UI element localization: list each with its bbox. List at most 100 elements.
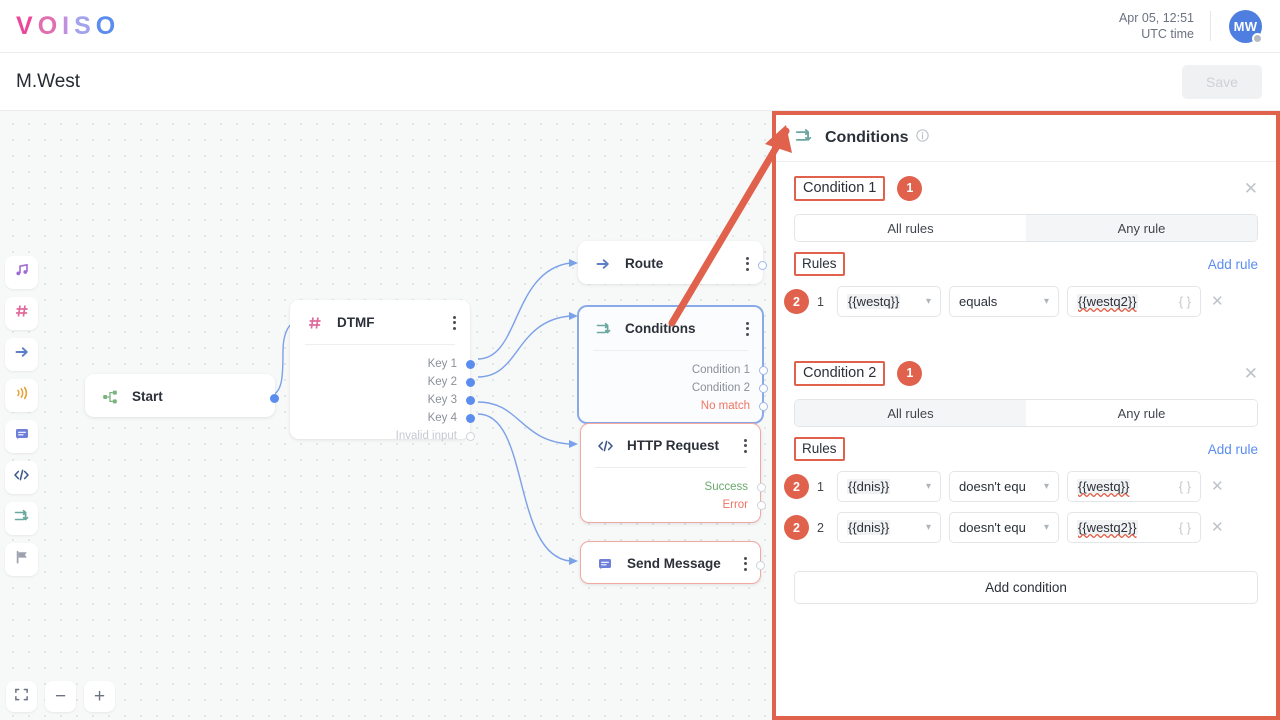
remove-rule-button[interactable]: ✕	[1211, 520, 1224, 535]
node-port-key3[interactable]: Key 3	[291, 391, 475, 409]
port-label: Condition 1	[691, 364, 750, 376]
node-port-error[interactable]: Error	[581, 496, 766, 514]
node-menu-icon[interactable]	[743, 254, 752, 273]
node-menu-icon[interactable]	[450, 313, 459, 332]
arrow-route-icon	[14, 344, 30, 365]
port-dot[interactable]	[757, 482, 766, 492]
node-palette[interactable]	[5, 256, 38, 576]
node-port-key1[interactable]: Key 1	[291, 355, 475, 373]
node-output-port[interactable]	[270, 394, 279, 403]
port-label: Key 4	[427, 412, 457, 424]
rule-value-input[interactable]: {{westq}} { }	[1067, 471, 1201, 502]
node-port-key2[interactable]: Key 2	[291, 373, 475, 391]
node-port-invalid-input[interactable]: Invalid input	[291, 427, 475, 445]
port-dot[interactable]	[466, 413, 475, 423]
node-port-key4[interactable]: Key 4	[291, 409, 475, 427]
annotation-badge: 2	[784, 289, 809, 314]
palette-item-conditions[interactable]	[5, 502, 38, 535]
chevron-down-icon: ▾	[925, 522, 931, 533]
condition-name[interactable]: Condition 2	[794, 360, 886, 386]
palette-item-message[interactable]	[5, 420, 38, 453]
flow-canvas[interactable]: − + Start DTMF Key 1 Key 2 Key 3 Key 4 I…	[0, 111, 772, 720]
avatar-status-dot	[1252, 32, 1263, 44]
node-port-condition-1[interactable]: Condition 1	[579, 361, 768, 379]
flow-node-route[interactable]: Route	[578, 241, 767, 284]
add-condition-button[interactable]: Add condition	[794, 571, 1258, 604]
node-port-success[interactable]: Success	[581, 478, 766, 496]
mode-option-any-rule[interactable]: Any rule	[1026, 215, 1257, 241]
node-menu-icon[interactable]	[741, 554, 750, 573]
port-dot[interactable]	[466, 359, 475, 369]
rule-operator-select[interactable]: doesn't equ ▾	[949, 512, 1059, 543]
palette-item-flag[interactable]	[5, 543, 38, 576]
rule-operator-value: equals	[959, 294, 998, 309]
voiso-logo[interactable]: V O I S O	[16, 12, 120, 41]
node-output-port[interactable]	[756, 561, 765, 570]
arrow-route-icon	[593, 256, 613, 272]
info-icon[interactable]	[915, 129, 929, 147]
rule-operator-select[interactable]: doesn't equ ▾	[949, 471, 1059, 502]
add-rule-button[interactable]: Add rule	[1208, 442, 1258, 457]
mode-option-any-rule[interactable]: Any rule	[1026, 400, 1257, 426]
variable-braces-icon[interactable]: { }	[1179, 479, 1191, 494]
port-dot[interactable]	[466, 395, 475, 405]
fit-to-screen-button[interactable]	[6, 681, 37, 712]
remove-rule-button[interactable]: ✕	[1211, 294, 1224, 309]
palette-item-dtmf[interactable]	[5, 297, 38, 330]
flow-node-dtmf[interactable]: DTMF Key 1 Key 2 Key 3 Key 4 Invalid inp…	[290, 300, 475, 442]
annotation-badge: 2	[784, 474, 809, 499]
palette-item-route[interactable]	[5, 338, 38, 371]
clock-datetime: Apr 05, 12:51	[1118, 11, 1194, 25]
rule-variable-select[interactable]: {{dnis}} ▾	[837, 512, 941, 543]
mode-option-all-rules[interactable]: All rules	[795, 215, 1026, 241]
variable-braces-icon[interactable]: { }	[1179, 520, 1191, 535]
flow-node-http-request[interactable]: HTTP Request Success Error	[580, 423, 766, 523]
flow-node-send-message[interactable]: Send Message	[580, 541, 765, 584]
node-menu-icon[interactable]	[743, 319, 752, 338]
palette-item-code[interactable]	[5, 461, 38, 494]
port-dot[interactable]	[757, 500, 766, 510]
top-header-bar: V O I S O Apr 05, 12:51 UTC time MW	[0, 0, 1280, 53]
rules-label: Rules	[794, 252, 845, 276]
condition-name[interactable]: Condition 1	[794, 175, 886, 201]
logo-letter: O	[37, 11, 63, 40]
rule-value-input[interactable]: {{westq2}} { }	[1067, 512, 1201, 543]
condition-mode-toggle[interactable]: All rules Any rule	[794, 214, 1258, 242]
rule-variable-value: {{westq}}	[847, 294, 901, 309]
save-button[interactable]: Save	[1182, 64, 1262, 99]
flow-node-conditions[interactable]: Conditions Condition 1 Condition 2 No ma…	[578, 306, 768, 423]
node-output-port[interactable]	[758, 261, 767, 270]
zoom-out-button[interactable]: −	[45, 681, 76, 712]
port-label: Condition 2	[691, 382, 750, 394]
flow-node-start[interactable]: Start	[85, 374, 279, 417]
remove-condition-button[interactable]: ✕	[1244, 365, 1258, 382]
avatar[interactable]: MW	[1229, 9, 1263, 44]
port-dot[interactable]	[466, 377, 475, 387]
variable-braces-icon[interactable]: { }	[1179, 294, 1191, 309]
port-dot[interactable]	[759, 365, 768, 375]
remove-rule-button[interactable]: ✕	[1211, 479, 1224, 494]
add-rule-button[interactable]: Add rule	[1208, 257, 1258, 272]
condition-mode-toggle[interactable]: All rules Any rule	[794, 399, 1258, 427]
rule-variable-select[interactable]: {{westq}} ▾	[837, 286, 941, 317]
zoom-in-button[interactable]: +	[84, 681, 115, 712]
zoom-toolbar[interactable]: − +	[6, 681, 115, 712]
port-dot[interactable]	[759, 383, 768, 393]
node-port-condition-2[interactable]: Condition 2	[579, 379, 768, 397]
rule-operator-select[interactable]: equals ▾	[949, 286, 1059, 317]
rule-value-input[interactable]: {{westq2}} { }	[1067, 286, 1201, 317]
mode-option-all-rules[interactable]: All rules	[795, 400, 1026, 426]
flow-toolbar: M.West Save	[0, 53, 1280, 111]
remove-condition-button[interactable]: ✕	[1244, 180, 1258, 197]
palette-item-sound[interactable]	[5, 379, 38, 412]
start-flow-icon	[100, 389, 120, 405]
header-right-group: Apr 05, 12:51 UTC time MW	[1119, 0, 1280, 52]
palette-item-music[interactable]	[5, 256, 38, 289]
hash-dtmf-icon	[305, 315, 325, 331]
node-port-no-match[interactable]: No match	[579, 397, 768, 415]
port-dot[interactable]	[759, 401, 768, 411]
annotation-badge: 1	[897, 175, 923, 201]
port-dot[interactable]	[466, 431, 475, 441]
node-menu-icon[interactable]	[741, 436, 750, 455]
rule-variable-select[interactable]: {{dnis}} ▾	[837, 471, 941, 502]
